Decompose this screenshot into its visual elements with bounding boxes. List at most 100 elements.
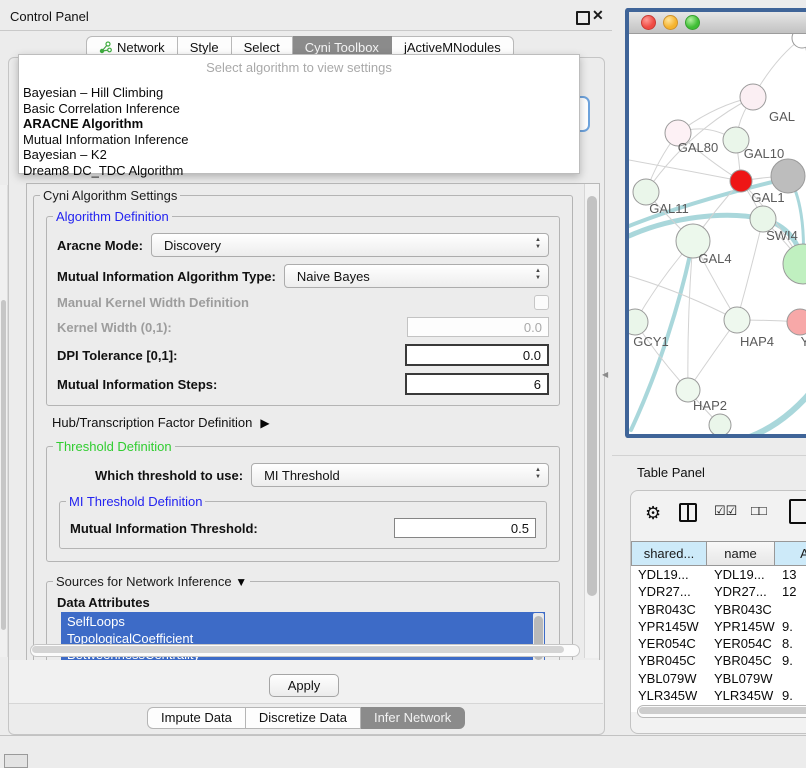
settings-horizontal-scrollbar[interactable] (30, 644, 580, 657)
network-node-GAL[interactable] (740, 84, 766, 110)
network-node-label: GAL10 (744, 146, 784, 161)
select-all-checkboxes-icon[interactable]: ☑☑ (714, 503, 737, 519)
settings-hscroll-thumb[interactable] (32, 646, 564, 653)
network-node-HAP4[interactable] (724, 307, 750, 333)
kernel-width-input[interactable] (407, 317, 549, 337)
mi-threshold-input[interactable] (394, 518, 536, 538)
network-edge[interactable] (802, 38, 806, 110)
mi-type-label: Mutual Information Algorithm Type: (57, 269, 276, 284)
tab-impute-data[interactable]: Impute Data (147, 707, 246, 729)
algorithm-dropdown: Select algorithm to view settings Bayesi… (18, 54, 580, 174)
network-node[interactable] (709, 414, 731, 434)
column-header[interactable]: A (775, 541, 806, 566)
table-panel-title: Table Panel (637, 465, 705, 480)
table-row[interactable]: YBR045CYBR045C9. (631, 652, 806, 669)
left-scrollbar-thumb[interactable] (1, 300, 6, 630)
network-graph: GALGAL80GAL10GAL1GAL11SWI4GAL4GCY1HAP4YH… (629, 34, 806, 434)
algorithm-definition-title: Algorithm Definition (53, 209, 172, 224)
table-cell: 9. (775, 618, 806, 635)
splitter-collapse-icon[interactable]: ◀ (602, 370, 608, 379)
mi-steps-label: Mutual Information Steps: (57, 377, 217, 392)
zoom-traffic-light-icon[interactable] (685, 15, 700, 30)
network-node-GAL1[interactable] (730, 170, 752, 192)
table-header-row: shared...nameA (631, 541, 806, 566)
table-row[interactable]: YPR145WYPR145W9. (631, 618, 806, 635)
table-rows: YDL19...YDL19...13YDR27...YDR27...12YBR0… (631, 566, 806, 712)
control-panel-titlebar (0, 0, 612, 31)
aracne-mode-label: Aracne Mode: (57, 238, 143, 253)
table-cell: YBR045C (631, 652, 707, 669)
attribute-item[interactable]: SelfLoops (67, 614, 545, 631)
network-edge[interactable] (741, 382, 806, 434)
corner-widget[interactable] (4, 754, 28, 768)
table-horizontal-scrollbar[interactable] (637, 705, 806, 718)
bottom-tabs: Impute DataDiscretize DataInfer Network (147, 707, 465, 729)
network-window-titlebar[interactable] (629, 12, 806, 34)
settings-vertical-scrollbar[interactable] (584, 184, 599, 658)
table-row[interactable]: YLR345WYLR345W9. (631, 687, 806, 704)
split-columns-icon[interactable] (679, 503, 697, 522)
left-scrollbar[interactable] (0, 185, 8, 657)
table-cell: 9. (775, 652, 806, 669)
table-cell: 9. (775, 687, 806, 704)
algorithm-option[interactable]: Bayesian – Hill Climbing (19, 85, 579, 101)
algorithm-option[interactable]: Basic Correlation Inference (19, 101, 579, 117)
collapse-down-icon[interactable]: ▼ (235, 575, 247, 589)
dpi-tolerance-input[interactable] (405, 344, 549, 366)
data-attributes-label: Data Attributes (57, 595, 549, 610)
network-node-label: GAL (769, 109, 795, 124)
apply-button[interactable]: Apply (269, 674, 339, 697)
table-hscroll-thumb[interactable] (639, 707, 806, 714)
table-row[interactable]: YDR27...YDR27...12 (631, 583, 806, 600)
network-edge[interactable] (737, 219, 763, 320)
network-node-label: GCY1 (633, 334, 668, 349)
document-icon[interactable] (789, 499, 806, 524)
network-node-label: GAL80 (678, 140, 718, 155)
table-cell (775, 601, 806, 618)
gear-icon[interactable]: ⚙ (645, 503, 661, 524)
hub-definition-label[interactable]: Hub/Transcription Factor Definition (52, 415, 252, 430)
tab-discretize-data[interactable]: Discretize Data (246, 707, 361, 729)
close-icon[interactable]: ✕ (592, 7, 604, 24)
deselect-all-checkboxes-icon[interactable]: □□ (751, 503, 767, 518)
aracne-mode-select[interactable]: Discovery ▲▼ (151, 233, 549, 257)
algorithm-option[interactable]: Dream8 DC_TDC Algorithm (19, 163, 579, 179)
close-traffic-light-icon[interactable] (641, 15, 656, 30)
threshold-definition-group: Threshold Definition Which threshold to … (46, 439, 560, 562)
network-node[interactable] (771, 159, 805, 193)
tab-infer-network[interactable]: Infer Network (361, 707, 465, 729)
mi-steps-input[interactable] (405, 373, 549, 395)
table-row[interactable]: YBL079WYBL079W (631, 670, 806, 687)
settings-vscroll-thumb[interactable] (587, 196, 597, 596)
table-row[interactable]: YER054CYER054C8. (631, 635, 806, 652)
table-row[interactable]: YDL19...YDL19...13 (631, 566, 806, 583)
which-threshold-select[interactable]: MI Threshold ▲▼ (251, 463, 549, 487)
float-window-icon[interactable] (576, 11, 590, 25)
column-header[interactable]: name (707, 541, 775, 566)
bottom-divider (0, 735, 806, 736)
algorithm-option[interactable]: Bayesian – K2 (19, 147, 579, 163)
algorithm-option[interactable]: ARACNE Algorithm (19, 116, 579, 132)
aracne-mode-value: Discovery (164, 238, 221, 253)
network-node[interactable] (792, 34, 806, 48)
manual-kernel-checkbox[interactable] (534, 295, 549, 310)
which-threshold-label: Which threshold to use: (95, 468, 243, 483)
table-row[interactable]: YBR043CYBR043C (631, 601, 806, 618)
table-cell: YDL19... (707, 566, 775, 583)
table-cell: YBL079W (631, 670, 707, 687)
mi-type-select[interactable]: Naive Bayes ▲▼ (284, 264, 549, 288)
network-canvas[interactable]: GALGAL80GAL10GAL1GAL11SWI4GAL4GCY1HAP4YH… (629, 34, 806, 434)
network-node-label: GAL1 (751, 190, 784, 205)
algorithm-option[interactable]: Mutual Information Inference (19, 132, 579, 148)
minimize-traffic-light-icon[interactable] (663, 15, 678, 30)
table-cell (775, 670, 806, 687)
network-node-GCY1[interactable] (629, 309, 648, 335)
combo-arrows-icon: ▲▼ (535, 237, 541, 251)
settings-content: Cyni Algorithm Settings Algorithm Defini… (27, 184, 579, 661)
expand-right-icon[interactable]: ▶ (260, 416, 269, 430)
network-node[interactable] (783, 244, 806, 284)
combo-arrows-icon: ▲▼ (535, 268, 541, 282)
network-node-Y[interactable] (787, 309, 806, 335)
threshold-definition-title: Threshold Definition (53, 439, 175, 454)
column-header[interactable]: shared... (631, 541, 707, 566)
